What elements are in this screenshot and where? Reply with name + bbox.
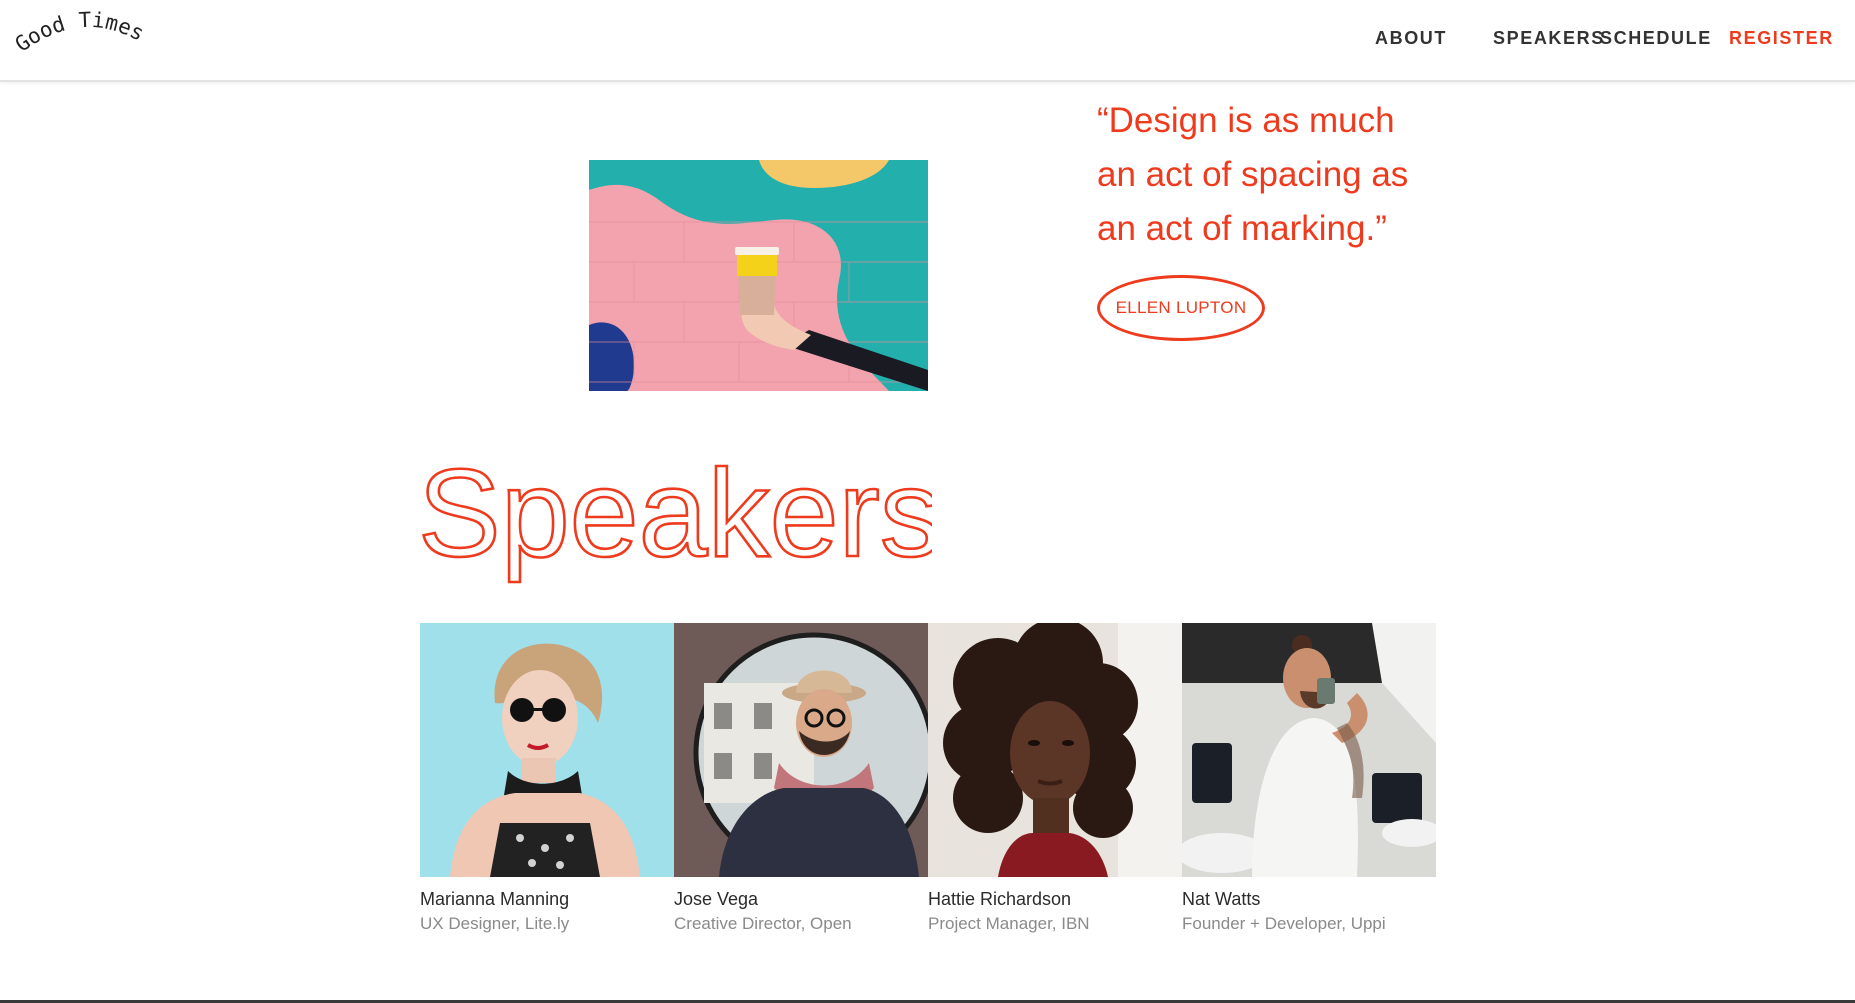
speaker-role: UX Designer, Lite.ly (420, 914, 570, 933)
speakers-heading-text: Speakers (418, 448, 932, 583)
quote-line: “Design is as much (1097, 101, 1395, 140)
speaker-role: Project Manager, IBN (928, 914, 1090, 933)
speaker-photo (928, 623, 1182, 877)
nav-about[interactable]: ABOUT (1375, 28, 1447, 49)
speaker-name: Jose Vega (674, 889, 759, 909)
nav-register[interactable]: REGISTER (1729, 28, 1834, 49)
site-header: Good Times ABOUT SPEAKERS SCHEDULE REGIS… (0, 0, 1855, 82)
nav-schedule[interactable]: SCHEDULE (1600, 28, 1712, 49)
speaker-card[interactable]: Marianna Manning UX Designer, Lite.ly (420, 623, 674, 934)
nav-speakers[interactable]: SPEAKERS (1493, 28, 1605, 49)
pull-quote: “Design is as much an act of spacing as … (1097, 94, 1457, 256)
logo-text: Good Times (14, 8, 148, 57)
speaker-card[interactable]: Jose Vega Creative Director, Open (674, 623, 928, 934)
speaker-role: Creative Director, Open (674, 914, 852, 933)
quote-line: an act of spacing as (1097, 155, 1409, 194)
speaker-name: Hattie Richardson (928, 889, 1072, 909)
coffee-cup-mural-image (589, 160, 928, 391)
quote-author-badge[interactable]: ELLEN LUPTON (1097, 275, 1265, 341)
quote-line: an act of marking.” (1097, 209, 1387, 248)
speakers-heading: Speakers (417, 448, 932, 584)
speaker-photo (674, 623, 928, 877)
speaker-card[interactable]: Nat Watts Founder + Developer, Uppi (1182, 623, 1436, 934)
speaker-photo (420, 623, 674, 877)
logo[interactable]: Good Times (14, 6, 164, 72)
speaker-role: Founder + Developer, Uppi (1182, 914, 1386, 933)
speaker-photo (1182, 623, 1436, 877)
speaker-card[interactable]: Hattie Richardson Project Manager, IBN (928, 623, 1182, 934)
speaker-name: Nat Watts (1182, 889, 1261, 909)
speaker-name: Marianna Manning (420, 889, 570, 909)
